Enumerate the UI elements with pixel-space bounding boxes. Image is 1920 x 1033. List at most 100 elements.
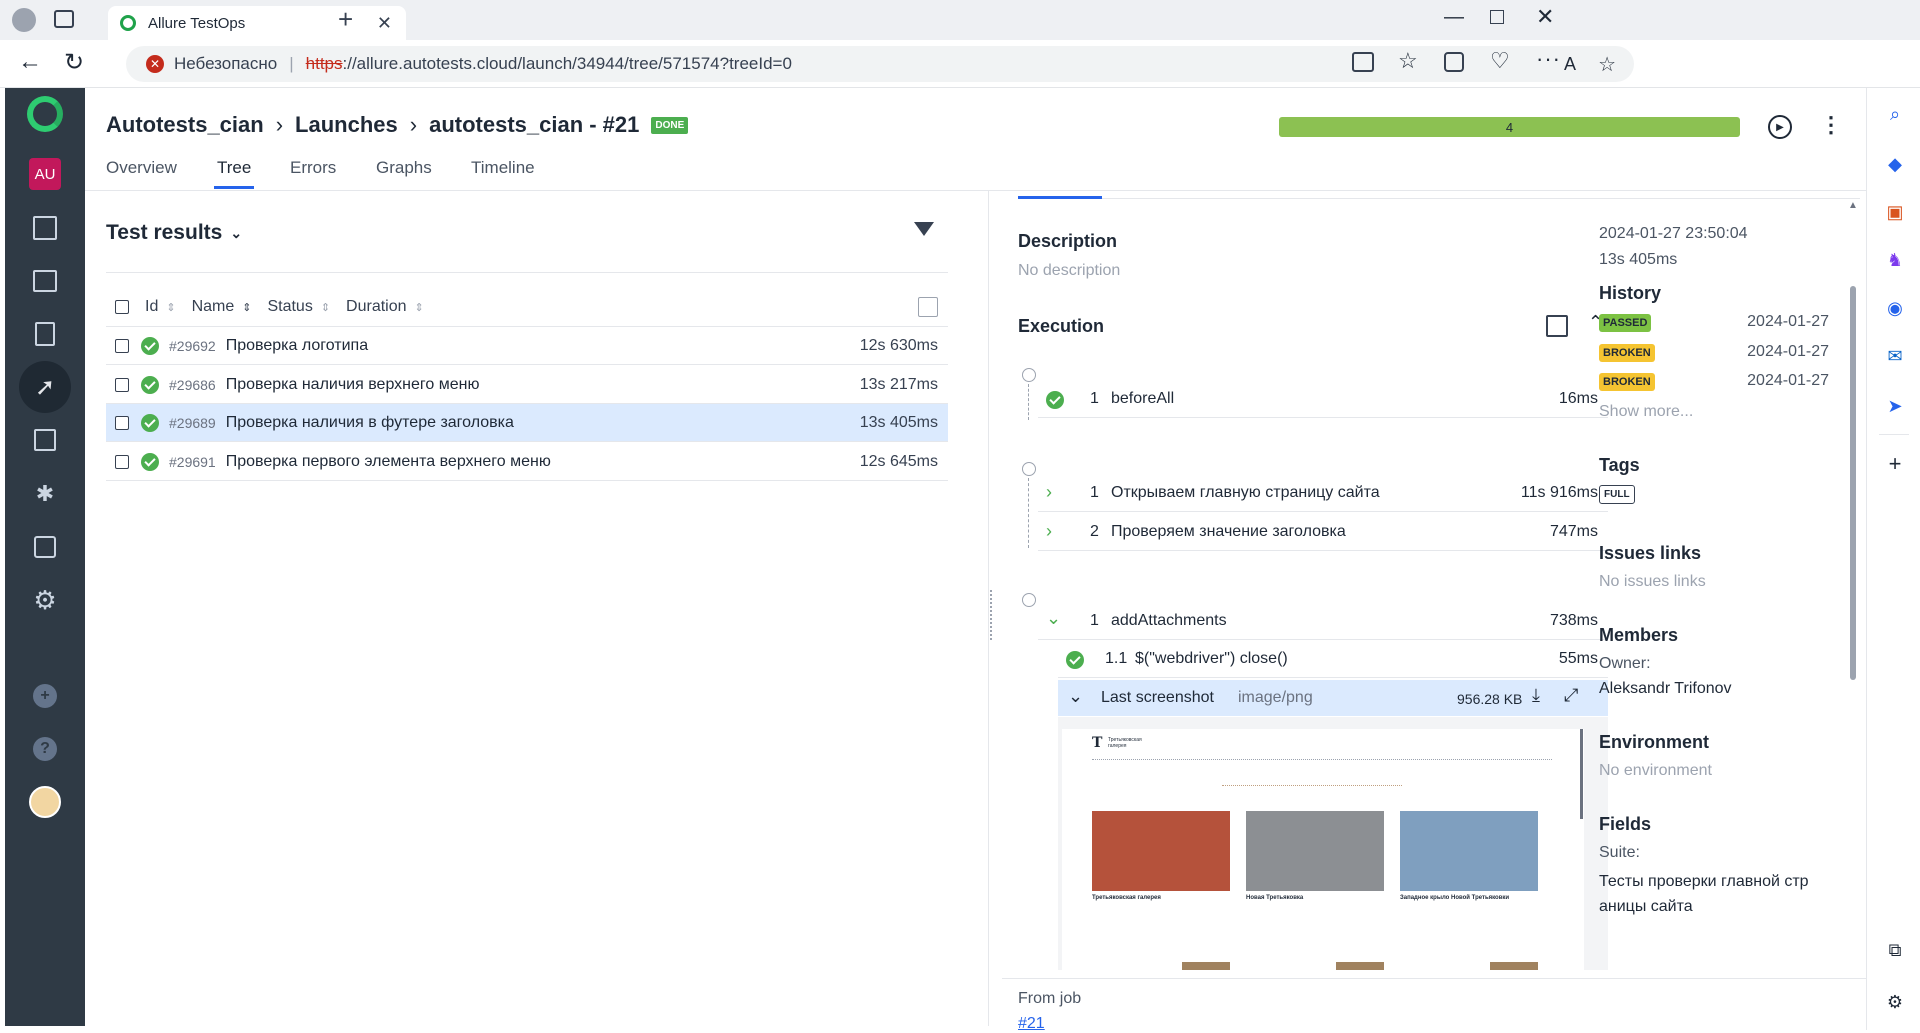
row-checkbox[interactable] — [115, 377, 129, 392]
breadcrumb-project[interactable]: Autotests_cian — [106, 112, 264, 138]
more-menu-icon[interactable]: ⋮ — [1820, 112, 1842, 138]
attachment-header[interactable]: ⌄ Last screenshot image/png 956.28 KB ⤓ … — [1058, 680, 1608, 716]
search-icon[interactable]: ⌕ — [1883, 102, 1907, 126]
sidebar-settings-icon[interactable]: ⚙ — [1883, 990, 1907, 1014]
sort-icon[interactable]: ⇕ — [321, 301, 330, 314]
games-icon[interactable]: ♞ — [1883, 248, 1907, 272]
tag-badge[interactable]: FULL — [1599, 485, 1635, 504]
table-row[interactable]: #29686 Проверка наличия верхнего меню 13… — [106, 366, 948, 404]
attachment-screenshot[interactable]: T Третьяковская галерея Третьяковская га… — [1058, 717, 1608, 970]
sort-icon[interactable]: ⇕ — [166, 301, 175, 314]
tab-tree[interactable]: Tree — [217, 158, 251, 178]
before-step[interactable]: 1 beforeAll 16ms — [1038, 380, 1608, 418]
breadcrumb-launches[interactable]: Launches — [295, 112, 398, 138]
split-screen-icon[interactable] — [1352, 52, 1374, 72]
history-item[interactable]: BROKEN 2024-01-27 — [1599, 372, 1829, 394]
column-settings-icon[interactable] — [918, 297, 938, 317]
test-step[interactable]: › 2 Проверяем значение заголовка 747ms — [1038, 513, 1608, 551]
history-item[interactable]: PASSED 2024-01-27 — [1599, 313, 1829, 335]
expand-icon[interactable]: › — [1046, 521, 1052, 542]
sort-icon[interactable]: ⇕ — [242, 301, 251, 314]
step-name: beforeAll — [1111, 390, 1175, 407]
settings-more-icon[interactable]: ··· — [1536, 46, 1561, 72]
defects-icon[interactable]: ✱ — [19, 468, 71, 520]
resize-handle[interactable] — [990, 590, 994, 640]
tab-overview[interactable]: Overview — [106, 158, 177, 178]
sort-icon[interactable]: ⇕ — [415, 301, 424, 314]
maximize-icon[interactable] — [1490, 10, 1504, 24]
profile-icon[interactable] — [12, 8, 36, 32]
close-window-icon[interactable]: ✕ — [1536, 4, 1554, 30]
col-duration[interactable]: Duration — [346, 298, 406, 316]
reload-icon[interactable]: ↻ — [64, 48, 84, 77]
scroll-up-icon[interactable]: ▲ — [1848, 200, 1858, 211]
filter-icon[interactable] — [914, 222, 934, 236]
scrollbar-thumb[interactable] — [1850, 286, 1856, 680]
test-cases-icon[interactable] — [19, 308, 71, 360]
jobs-icon[interactable] — [19, 521, 71, 573]
tab-actions-icon[interactable] — [54, 10, 74, 28]
browser-tab[interactable]: Allure TestOps ✕ — [108, 6, 406, 40]
download-icon[interactable]: ⤓ — [1532, 685, 1540, 706]
launches-list-icon[interactable] — [19, 255, 71, 307]
back-icon[interactable]: ← — [18, 48, 42, 76]
favorite-star-icon[interactable]: ☆ — [1598, 52, 1616, 77]
table-row[interactable]: #29691 Проверка первого элемента верхнег… — [106, 443, 948, 481]
col-id[interactable]: Id — [145, 298, 158, 316]
sub-step[interactable]: 1.1 $("webdriver") close() 55ms — [1058, 640, 1608, 678]
launches-icon[interactable]: ➚ — [19, 361, 71, 413]
results-title[interactable]: Test results ⌄ — [106, 221, 242, 245]
new-tab-icon[interactable]: + — [338, 4, 353, 35]
user-avatar[interactable] — [19, 776, 71, 828]
active-tab-indicator — [214, 186, 254, 189]
add-icon[interactable]: + — [19, 670, 71, 722]
help-icon[interactable]: ? — [19, 723, 71, 775]
table-row-selected[interactable]: #29689 Проверка наличия в футере заголов… — [106, 404, 948, 442]
shopping-icon[interactable]: ◆ — [1883, 152, 1907, 176]
copilot-icon[interactable]: ◉ — [1883, 296, 1907, 320]
screenshot-scrollbar — [1580, 729, 1583, 819]
attachment-name: Last screenshot — [1101, 689, 1214, 706]
tab-graphs[interactable]: Graphs — [376, 158, 432, 178]
favorites-icon[interactable]: ☆ — [1398, 48, 1418, 74]
table-row[interactable]: #29692 Проверка логотипа 12s 630ms — [106, 327, 948, 365]
send-icon[interactable]: ➤ — [1883, 394, 1907, 418]
expand-fullscreen-icon[interactable]: ⤢ — [1564, 685, 1578, 706]
edge-sidebar: ⌕ ◆ ▣ ♞ ◉ ✉ ➤ + ⧉ ⚙ — [1866, 88, 1920, 1030]
expand-icon[interactable]: › — [1046, 482, 1052, 503]
row-checkbox[interactable] — [115, 415, 129, 430]
tab-close-icon[interactable]: ✕ — [377, 13, 392, 34]
rerun-icon[interactable]: ▶ — [1768, 115, 1792, 139]
dashboard-icon[interactable] — [19, 202, 71, 254]
row-checkbox[interactable] — [115, 454, 129, 469]
toggle-layout-icon[interactable] — [1546, 315, 1568, 337]
col-name[interactable]: Name — [192, 298, 235, 316]
outlook-icon[interactable]: ✉ — [1883, 344, 1907, 368]
show-more-link[interactable]: Show more... — [1599, 403, 1693, 421]
external-link-icon[interactable]: ⧉ — [1883, 938, 1907, 962]
settings-icon[interactable]: ⚙ — [19, 574, 71, 626]
passed-icon — [141, 452, 159, 471]
tab-errors[interactable]: Errors — [290, 158, 336, 178]
project-avatar[interactable]: AU — [19, 148, 71, 200]
history-status-badge: PASSED — [1599, 314, 1652, 332]
collections-icon[interactable] — [1444, 52, 1464, 72]
from-job-link[interactable]: #21 — [1018, 1015, 1045, 1033]
tab-timeline[interactable]: Timeline — [471, 158, 535, 178]
tools-icon[interactable]: ▣ — [1883, 200, 1907, 224]
chevron-down-icon[interactable]: ⌄ — [1046, 608, 1061, 629]
chevron-down-icon[interactable]: ⌄ — [1068, 686, 1083, 707]
add-sidebar-icon[interactable]: + — [1883, 451, 1907, 476]
col-status[interactable]: Status — [267, 298, 312, 316]
read-aloud-icon[interactable]: A — [1564, 54, 1576, 75]
allure-logo-icon[interactable] — [19, 88, 71, 140]
browser-essentials-icon[interactable]: ♡ — [1490, 48, 1510, 74]
row-checkbox[interactable] — [115, 338, 129, 353]
history-item[interactable]: BROKEN 2024-01-27 — [1599, 343, 1829, 365]
analytics-icon[interactable] — [19, 414, 71, 466]
select-all-checkbox[interactable] — [115, 300, 129, 314]
after-step[interactable]: ⌄ 1 addAttachments 738ms — [1038, 602, 1608, 640]
test-step[interactable]: › 1 Открываем главную страницу сайта 11s… — [1038, 474, 1608, 512]
suite-label: Suite: — [1599, 844, 1640, 861]
minimize-icon[interactable]: — — [1444, 6, 1464, 29]
